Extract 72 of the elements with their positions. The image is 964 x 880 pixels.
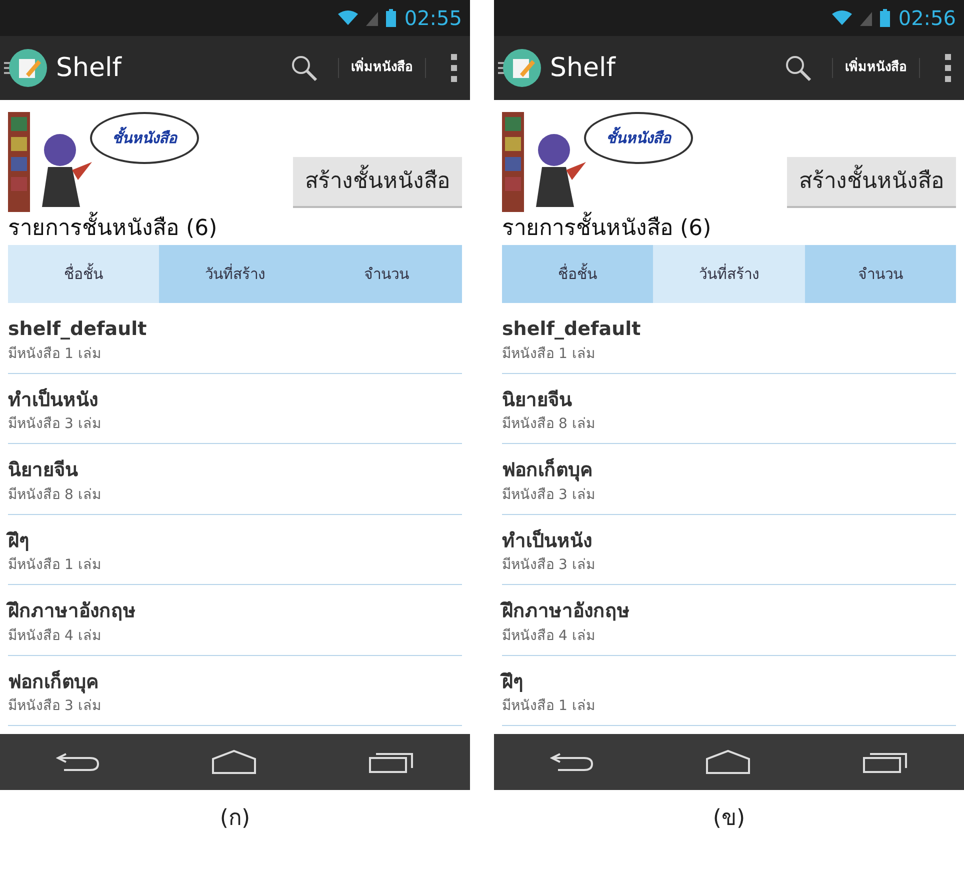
shelf-list-item[interactable]: shelf_default มีหนังสือ 1 เล่ม — [502, 303, 956, 374]
shelf-name: ฝึกภาษาอังกฤษ — [8, 599, 137, 624]
shelf-list-item[interactable]: ฟอกเก็ตบุค มีหนังสือ 3 เล่ม — [502, 444, 956, 514]
sort-tab[interactable]: จำนวน — [804, 245, 956, 303]
recent-apps-icon[interactable] — [368, 750, 414, 774]
book-count: มีหนังสือ 8 เล่ม — [502, 415, 596, 434]
battery-icon — [386, 9, 396, 27]
add-book-button[interactable]: เพิ่มหนังสือ — [832, 58, 920, 78]
shelf-name: นิยายจีน — [502, 388, 573, 412]
home-icon[interactable] — [210, 749, 257, 775]
figure-caption: (ก) — [220, 805, 250, 833]
book-count: มีหนังสือ 4 เล่ม — [8, 626, 102, 646]
book-count: มีหนังสือ 8 เล่ม — [8, 486, 102, 504]
book-count: มีหนังสือ 3 เล่ม — [502, 556, 596, 575]
book-count: มีหนังสือ 3 เล่ม — [8, 415, 102, 434]
shelf-list-item[interactable]: นิยายจีน มีหนังสือ 8 เล่ม — [502, 374, 956, 444]
book-count: มีหนังสือ 3 เล่ม — [502, 486, 596, 504]
bubble-text: ชั้นหนังสือ — [112, 129, 177, 147]
app-logo-icon[interactable] — [4, 48, 48, 88]
app-title: Shelf — [56, 52, 122, 84]
book-count: มีหนังสือ 4 เล่ม — [502, 626, 596, 646]
home-icon[interactable] — [704, 749, 751, 775]
shelf-name: ฟอกเก็ตบุค — [8, 669, 100, 696]
battery-icon — [880, 9, 890, 27]
search-icon[interactable] — [290, 54, 318, 82]
sort-tab[interactable]: วันที่สร้าง — [653, 245, 805, 303]
shelf-list-item[interactable]: ฝึๆ มีหนังสือ 1 เล่ม — [8, 514, 462, 585]
shelf-name: ฝึๆ — [8, 528, 30, 554]
create-shelf-button[interactable]: สร้างชั้นหนังสือ — [293, 157, 462, 208]
book-count: มีหนังสือ 1 เล่ม — [502, 344, 596, 364]
shelf-list-item[interactable]: ทำเป็นหนัง มีหนังสือ 3 เล่ม — [502, 514, 956, 585]
book-count: มีหนังสือ 3 เล่ม — [8, 697, 102, 716]
wifi-icon — [338, 10, 358, 26]
add-book-button[interactable]: เพิ่มหนังสือ — [338, 58, 426, 78]
shelf-name: shelf_default — [502, 317, 642, 342]
bubble-text: ชั้นหนังสือ — [606, 129, 671, 147]
shelf-list-item[interactable]: ฝึกภาษาอังกฤษ มีหนังสือ 4 เล่ม — [502, 585, 956, 656]
sort-tab[interactable]: วันที่สร้าง — [159, 245, 311, 303]
signal-icon — [860, 10, 872, 26]
recent-apps-icon[interactable] — [862, 750, 908, 774]
shelf-name: นิยายจีน — [8, 458, 79, 483]
shelf-list-item[interactable]: นิยายจีน มีหนังสือ 8 เล่ม — [8, 444, 462, 514]
overflow-menu-icon[interactable] — [450, 54, 458, 82]
book-count: มีหนังสือ 1 เล่ม — [502, 697, 596, 716]
shelf-list-item[interactable]: ฝึกภาษาอังกฤษ มีหนังสือ 4 เล่ม — [8, 585, 462, 656]
book-count: มีหนังสือ 1 เล่ม — [8, 344, 102, 364]
list-title: รายการชั้นหนังสือ (6) — [494, 212, 964, 245]
status-time: 02:56 — [898, 5, 956, 32]
book-count: มีหนังสือ 1 เล่ม — [8, 556, 102, 575]
wifi-icon — [832, 10, 852, 26]
list-title: รายการชั้นหนังสือ (6) — [0, 212, 470, 245]
shelf-list-item[interactable]: ฝึๆ มีหนังสือ 1 เล่ม — [502, 656, 956, 726]
app-title: Shelf — [550, 52, 616, 84]
search-icon[interactable] — [784, 54, 812, 82]
shelf-name: shelf_default — [8, 317, 148, 342]
shelf-name: ฝึๆ — [502, 670, 524, 694]
shelf-name: ฟอกเก็ตบุค — [502, 457, 594, 484]
create-shelf-button[interactable]: สร้างชั้นหนังสือ — [787, 157, 956, 208]
shelf-name: ทำเป็นหนัง — [502, 528, 593, 554]
sort-tab[interactable]: ชื่อชั้น — [502, 245, 654, 303]
shelf-list-item[interactable]: ทำเป็นหนัง มีหนังสือ 3 เล่ม — [8, 374, 462, 444]
figure-caption: (ข) — [712, 805, 746, 833]
overflow-menu-icon[interactable] — [944, 54, 952, 82]
shelf-name: ฝึกภาษาอังกฤษ — [502, 599, 631, 624]
shelf-list-item[interactable]: ฟอกเก็ตบุค มีหนังสือ 3 เล่ม — [8, 656, 462, 726]
sort-tab[interactable]: ชื่อชั้น — [8, 245, 160, 303]
shelf-list-item[interactable]: shelf_default มีหนังสือ 1 เล่ม — [8, 303, 462, 374]
sort-tab[interactable]: จำนวน — [310, 245, 462, 303]
signal-icon — [366, 10, 378, 26]
app-logo-icon[interactable] — [498, 48, 542, 88]
shelf-name: ทำเป็นหนัง — [8, 387, 99, 412]
status-time: 02:55 — [404, 5, 462, 32]
